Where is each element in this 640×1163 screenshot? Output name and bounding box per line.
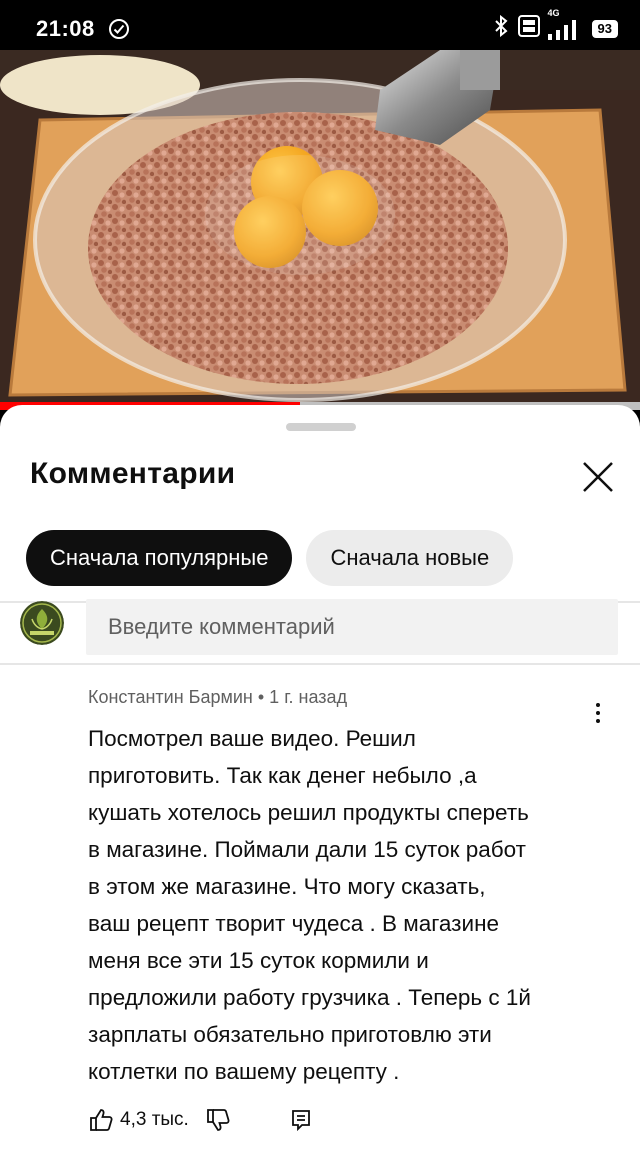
video-player[interactable] xyxy=(0,50,640,410)
drag-handle[interactable] xyxy=(286,423,356,431)
signal-icon: 4G xyxy=(547,8,584,40)
dislike-button[interactable] xyxy=(205,1107,231,1133)
status-time: 21:08 xyxy=(36,16,95,41)
comment-input[interactable]: Введите комментарий xyxy=(86,599,618,655)
comments-sheet: Комментарии Сначала популярные Сначала н… xyxy=(0,405,640,1163)
like-button[interactable]: 4,3 тыс. xyxy=(88,1107,189,1133)
comment-item: Константин Бармин • 1 г. назад Посмотрел… xyxy=(88,687,608,1090)
close-button[interactable] xyxy=(574,453,622,501)
sheet-title: Комментарии xyxy=(30,457,236,490)
more-vert-icon xyxy=(596,703,600,707)
like-count: 4,3 тыс. xyxy=(120,1109,189,1130)
chip-popular[interactable]: Сначала популярные xyxy=(26,530,293,586)
thumb-up-icon xyxy=(90,1109,113,1131)
volte-icon xyxy=(517,15,540,43)
comment-actions: 4,3 тыс. xyxy=(88,1107,313,1133)
network-type: 4G xyxy=(547,8,560,18)
sort-chips: Сначала популярные Сначала новые xyxy=(26,530,514,586)
thumb-down-icon xyxy=(206,1109,230,1131)
battery-icon: 93 xyxy=(591,20,618,38)
comment-meta: Константин Бармин • 1 г. назад xyxy=(88,687,348,707)
comment-text: Посмотрел ваше видео. Решил приготовить.… xyxy=(88,726,531,1084)
status-icons: 4G 93 xyxy=(492,8,618,44)
reply-icon xyxy=(291,1110,310,1132)
avatar[interactable] xyxy=(20,601,64,645)
divider xyxy=(0,663,640,665)
close-icon xyxy=(583,462,613,492)
channel-logo xyxy=(20,601,64,645)
bluetooth-icon xyxy=(492,14,510,44)
chip-newest[interactable]: Сначала новые xyxy=(306,530,514,586)
check-circle-icon xyxy=(107,17,131,41)
reply-button[interactable] xyxy=(289,1108,313,1132)
more-options-button[interactable] xyxy=(584,695,612,731)
video-thumbnail xyxy=(0,50,640,410)
